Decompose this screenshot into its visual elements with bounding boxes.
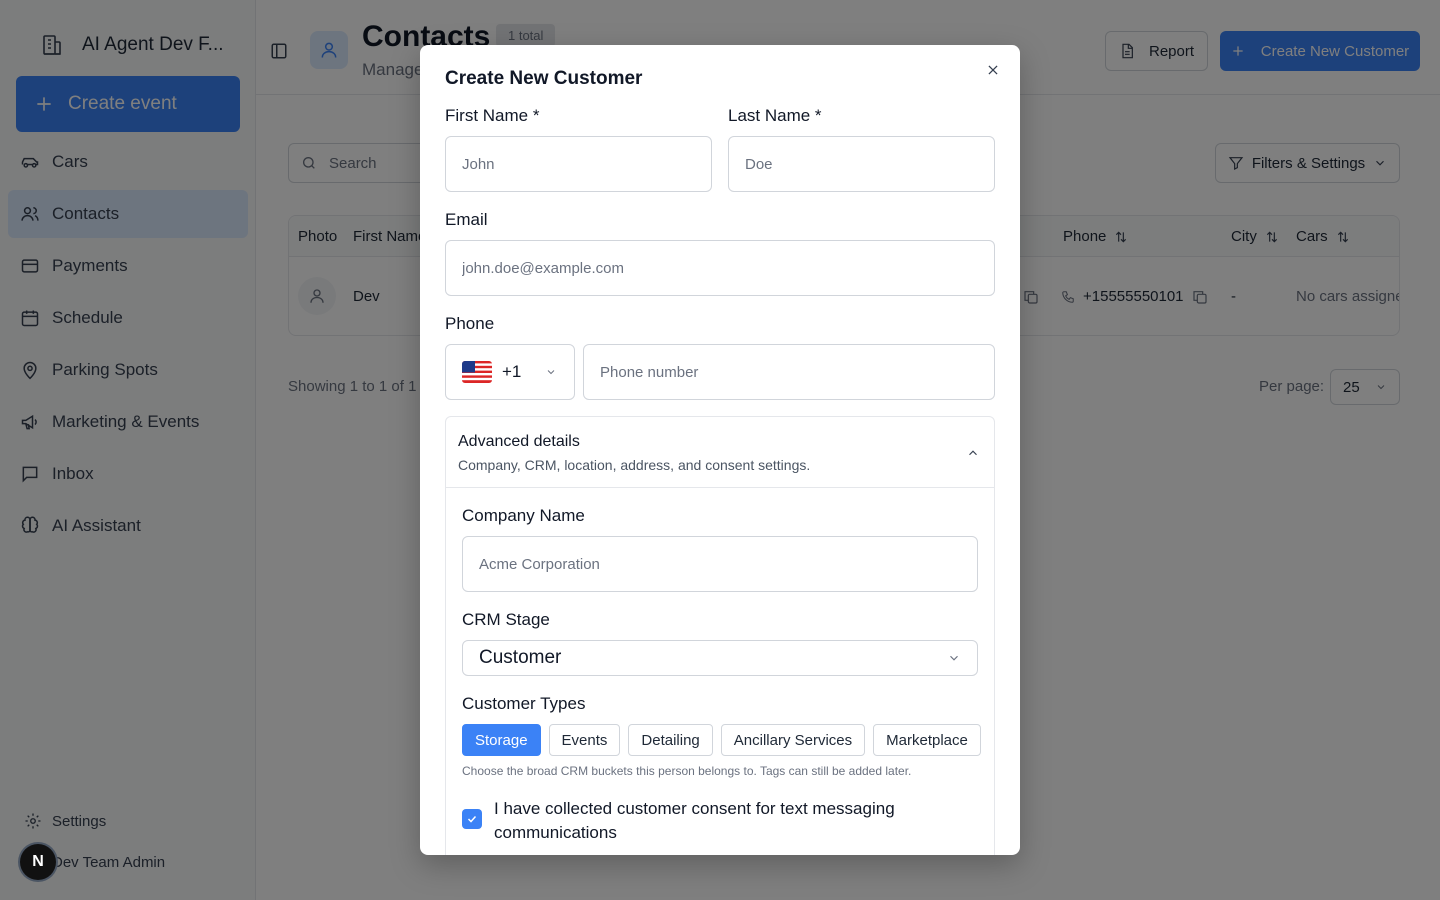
- chevron-down-icon: [947, 651, 961, 665]
- type-chip-events[interactable]: Events: [548, 724, 621, 756]
- country-code: +1: [502, 362, 522, 381]
- advanced-details-section: Advanced details Company, CRM, location,…: [445, 416, 995, 855]
- customer-types-group: Storage Events Detailing Ancillary Servi…: [462, 724, 981, 756]
- country-code-select[interactable]: +1: [445, 344, 575, 400]
- type-chip-storage[interactable]: Storage: [462, 724, 541, 756]
- email-label: Email: [445, 210, 488, 229]
- first-name-field[interactable]: [445, 136, 712, 192]
- close-button[interactable]: [986, 62, 1002, 78]
- chevron-up-icon: [966, 446, 980, 460]
- crm-stage-value: Customer: [479, 647, 562, 668]
- sms-consent-row: I have collected customer consent for te…: [462, 797, 962, 845]
- type-chip-marketplace[interactable]: Marketplace: [873, 724, 981, 756]
- sms-consent-label: I have collected customer consent for te…: [494, 799, 895, 842]
- sms-consent-checkbox[interactable]: [462, 809, 482, 829]
- last-name-label: Last Name *: [728, 106, 822, 125]
- advanced-details-toggle[interactable]: Advanced details Company, CRM, location,…: [446, 417, 994, 488]
- us-flag-icon: [462, 361, 492, 383]
- close-icon: [986, 63, 1002, 77]
- phone-label: Phone: [445, 314, 495, 333]
- type-chip-detailing[interactable]: Detailing: [628, 724, 713, 756]
- dialog-title: Create New Customer: [445, 68, 643, 89]
- crm-stage-select[interactable]: Customer: [462, 640, 978, 676]
- crm-stage-label: CRM Stage: [462, 610, 550, 629]
- check-icon: [466, 813, 478, 825]
- first-name-label: First Name *: [445, 106, 540, 125]
- email-field[interactable]: [445, 240, 995, 296]
- customer-types-label: Customer Types: [462, 694, 586, 713]
- create-customer-dialog: Create New Customer First Name * Last Na…: [420, 45, 1020, 855]
- customer-types-hint: Choose the broad CRM buckets this person…: [462, 764, 912, 778]
- phone-number-field[interactable]: [583, 344, 995, 400]
- company-name-label: Company Name: [462, 506, 585, 525]
- advanced-details-title: Advanced details: [458, 433, 580, 450]
- last-name-field[interactable]: [728, 136, 995, 192]
- avatar: N: [20, 844, 56, 880]
- type-chip-ancillary-services[interactable]: Ancillary Services: [720, 724, 866, 756]
- company-name-field[interactable]: [462, 536, 978, 592]
- advanced-details-subtitle: Company, CRM, location, address, and con…: [458, 457, 811, 473]
- chevron-down-icon: [545, 366, 557, 378]
